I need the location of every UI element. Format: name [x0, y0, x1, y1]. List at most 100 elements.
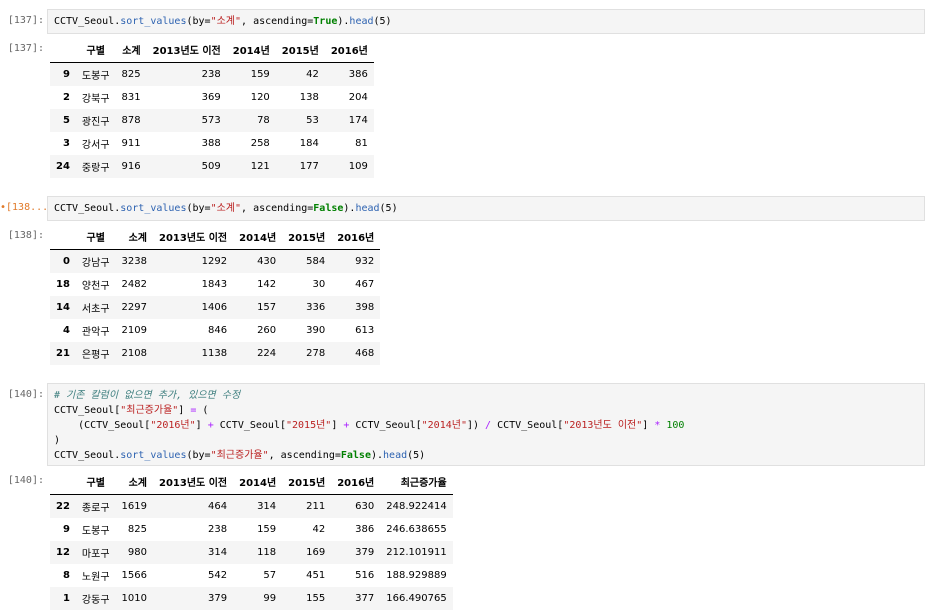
table-row: 4 관악구 2109 846 260 390 613 [50, 319, 380, 342]
cell-value: 81 [355, 138, 368, 149]
cell-value: 57 [263, 570, 277, 581]
cell-value: 336 [306, 302, 326, 313]
row-index: 18 [56, 279, 70, 290]
cell-value: 211 [306, 501, 326, 512]
cell-140-code-editor[interactable]: # 기존 칼럼이 없으면 추가, 있으면 수정 CCTV_Seoul["최근증가… [47, 383, 925, 466]
district-name: 강북구 [81, 94, 110, 105]
column-header: 구별 [75, 468, 116, 495]
row-index: 9 [62, 69, 70, 80]
code-operator: * [654, 420, 661, 431]
district-name: 강서구 [81, 140, 110, 151]
column-header: 2015년 [275, 36, 325, 63]
row-index: 9 [62, 524, 70, 535]
cell-value: 118 [257, 547, 277, 558]
table-row: 24 중랑구 916 509 121 177 109 [50, 155, 374, 178]
code-method: head [383, 450, 408, 461]
code-method: sort_values [120, 450, 187, 461]
district-name: 양천구 [81, 281, 110, 292]
row-index: 5 [62, 115, 70, 126]
cell-137-input-prompt: [137]: [7, 15, 44, 26]
cell-138-output-prompt: [138]: [7, 230, 44, 241]
column-header: 2015년 [282, 223, 332, 250]
cell-value: 248.922414 [386, 501, 447, 512]
cell-value: 878 [121, 115, 141, 126]
index-header [50, 468, 76, 495]
cell-value: 212.101911 [386, 547, 447, 558]
table-row: 1 강동구 1010 379 99 155 377 166.490765 [50, 587, 453, 610]
cell-value: 159 [257, 524, 277, 535]
code-string: "2014년" [421, 420, 467, 431]
district-name: 도봉구 [81, 526, 110, 537]
table-row: 3 강서구 911 388 258 184 81 [50, 132, 374, 155]
column-header: 2013년도 이전 [152, 468, 234, 495]
cell-value: 30 [312, 279, 326, 290]
column-header: 2016년 [324, 36, 374, 63]
code-string: "최근증가율" [120, 405, 179, 416]
cell-138-code-editor[interactable]: CCTV_Seoul.sort_values(by="소계", ascendin… [47, 196, 925, 221]
cell-value: 278 [306, 348, 326, 359]
code-operator: = [190, 405, 197, 416]
cell-value: 932 [355, 256, 375, 267]
cell-value: 451 [306, 570, 326, 581]
cell-value: 169 [306, 547, 326, 558]
cell-138-input-prompt: •[138... [0, 202, 49, 213]
cell-value: 379 [208, 593, 228, 604]
cell-value: 388 [201, 138, 221, 149]
column-header: 2013년도 이전 [146, 36, 227, 63]
code-keyword: True [313, 16, 338, 27]
table-row: 18 양천구 2482 1843 142 30 467 [50, 273, 380, 296]
district-name: 노원구 [81, 572, 110, 583]
cell-value: 109 [348, 161, 368, 172]
cell-value: 386 [348, 69, 368, 80]
cell-value: 166.490765 [386, 593, 447, 604]
cell-value: 2297 [121, 302, 147, 313]
code-string: "2016년" [150, 420, 196, 431]
column-header: 2015년 [282, 468, 332, 495]
column-header: 2014년 [226, 36, 276, 63]
code-string: "2013년도 이전" [563, 420, 643, 431]
column-header: 2016년 [331, 468, 381, 495]
cell-value: 159 [250, 69, 270, 80]
column-header: 2013년도 이전 [152, 223, 234, 250]
cell-value: 142 [257, 279, 277, 290]
row-index: 22 [56, 501, 70, 512]
row-index: 2 [62, 92, 70, 103]
cell-value: 177 [299, 161, 319, 172]
district-name: 은평구 [81, 350, 110, 361]
cell-value: 121 [250, 161, 270, 172]
cell-137-code-editor[interactable]: CCTV_Seoul.sort_values(by="소계", ascendin… [47, 9, 925, 34]
column-header: 소계 [115, 223, 153, 250]
cell-value: 314 [257, 501, 277, 512]
column-header: 구별 [75, 36, 116, 63]
cell-value: 157 [257, 302, 277, 313]
cell-value: 911 [121, 138, 141, 149]
cell-value: 314 [208, 547, 228, 558]
row-index: 12 [56, 547, 70, 558]
cell-value: 430 [257, 256, 277, 267]
cell-140-output-prompt: [140]: [7, 475, 44, 486]
code-method: head [349, 16, 374, 27]
cell-value: 825 [127, 524, 147, 535]
table-row: 22 종로구 1619 464 314 211 630 248.922414 [50, 494, 453, 518]
cell-value: 398 [355, 302, 375, 313]
column-header: 소계 [115, 468, 153, 495]
code-keyword: False [340, 450, 371, 461]
cell-value: 42 [306, 69, 319, 80]
code-operator: + [343, 420, 350, 431]
code-method: sort_values [120, 16, 187, 27]
cell-138-dataframe: 구별 소계 2013년도 이전 2014년 2015년 2016년 0 강남구 32… [50, 223, 381, 365]
code-object: CCTV_Seoul [54, 450, 115, 461]
cell-137-output-prompt: [137]: [7, 43, 44, 54]
cell-value: 468 [355, 348, 375, 359]
cell-value: 1292 [201, 256, 228, 267]
cell-value: 630 [355, 501, 375, 512]
table-row: 14 서초구 2297 1406 157 336 398 [50, 296, 381, 319]
row-index: 21 [56, 348, 70, 359]
code-string: "소계" [210, 16, 242, 27]
row-index: 8 [62, 570, 70, 581]
cell-value: 516 [355, 570, 375, 581]
cell-value: 1619 [121, 501, 147, 512]
index-header [50, 36, 76, 63]
column-header: 구별 [75, 223, 116, 250]
row-index: 4 [62, 325, 70, 336]
